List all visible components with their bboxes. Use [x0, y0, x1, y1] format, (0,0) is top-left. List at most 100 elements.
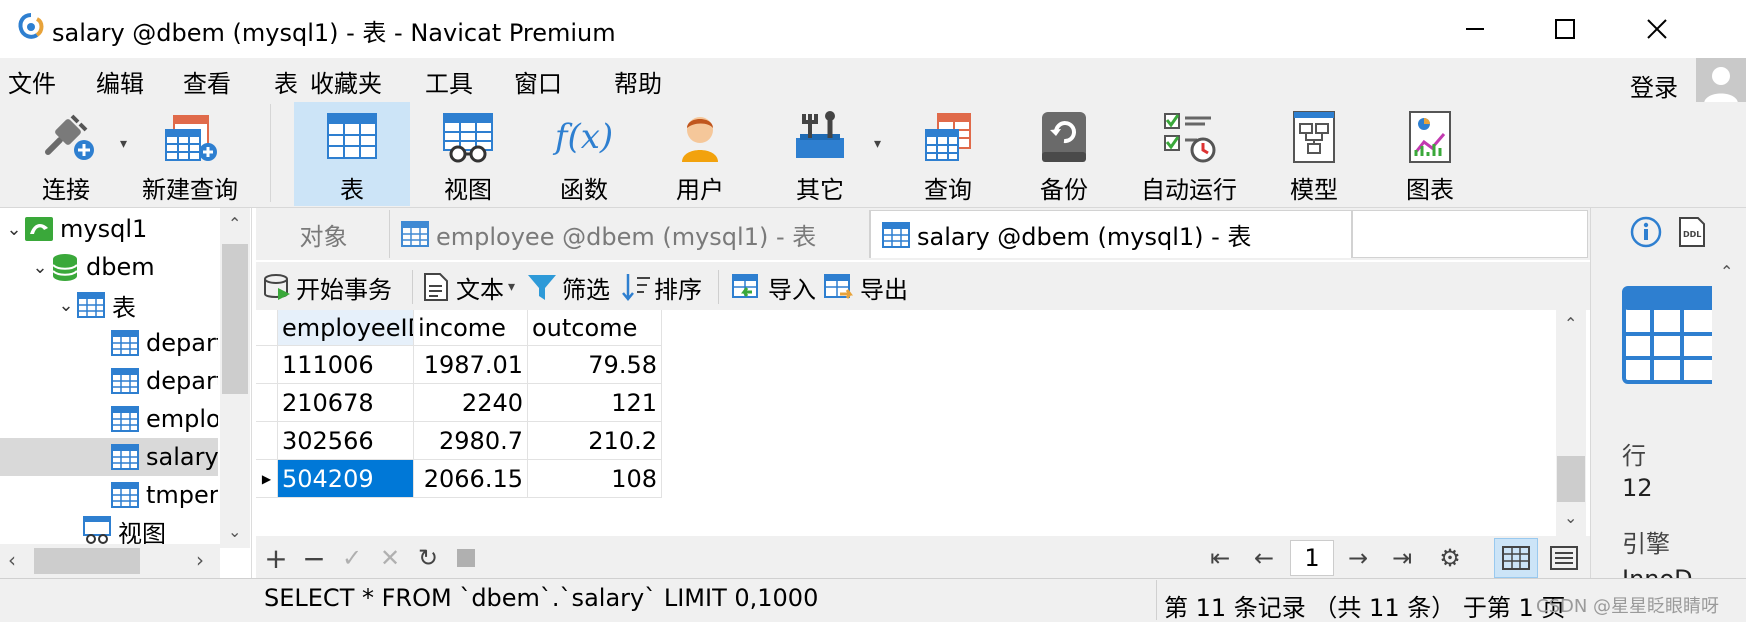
tree-item-views[interactable]: 视图 — [0, 514, 218, 544]
grid-view-toggle[interactable] — [1494, 538, 1538, 578]
import-button[interactable]: 导入 — [730, 268, 816, 306]
menu-tools[interactable]: 工具 — [425, 64, 473, 99]
row-header[interactable] — [256, 346, 278, 384]
table-cell[interactable]: 108 — [528, 460, 662, 498]
sidebar-horizontal-scrollbar[interactable]: ‹ › — [0, 544, 220, 578]
tree-item-mysql1[interactable]: ⌄ mysql1 — [0, 210, 218, 248]
tree-item-salary[interactable]: salary — [0, 438, 218, 476]
begin-transaction-button[interactable]: 开始事务 — [262, 268, 392, 306]
chevron-down-icon[interactable]: ⌄ — [56, 295, 76, 316]
table-cell[interactable]: 1987.01 — [414, 346, 528, 384]
discard-icon[interactable]: ✕ — [372, 540, 408, 576]
toolbar-backup-label: 备份 — [1040, 176, 1088, 204]
toolbar-connect-button[interactable]: 连接 — [24, 102, 108, 206]
table-cell[interactable]: 210.2 — [528, 422, 662, 460]
menu-table[interactable]: 表 — [274, 64, 298, 99]
delete-record-icon[interactable]: − — [296, 540, 332, 576]
avatar-icon[interactable] — [1696, 58, 1746, 108]
scrollbar-thumb[interactable] — [222, 244, 248, 394]
toolbar-function-button[interactable]: f(x) 函数 — [526, 102, 642, 206]
scroll-up-icon[interactable]: ⌃ — [228, 214, 241, 233]
table-cell-selected[interactable]: 504209 — [278, 460, 414, 498]
row-header[interactable] — [256, 384, 278, 422]
page-number-input[interactable]: 1 — [1290, 540, 1334, 576]
toolbar-model-button[interactable]: 模型 — [1256, 102, 1372, 206]
menu-file[interactable]: 文件 — [8, 64, 56, 99]
previous-page-icon[interactable]: ← — [1246, 540, 1282, 576]
form-view-toggle[interactable] — [1542, 538, 1586, 578]
next-page-icon[interactable]: → — [1340, 540, 1376, 576]
scrollbar-thumb[interactable] — [34, 548, 140, 574]
scrollbar-thumb[interactable] — [1557, 456, 1585, 502]
toolbar-user-button[interactable]: 用户 — [642, 102, 758, 206]
toolbar-autorun-button[interactable]: 自动运行 — [1122, 102, 1256, 206]
ddl-icon[interactable]: DDL — [1678, 216, 1706, 252]
tree-item-tables[interactable]: ⌄ 表 — [0, 286, 218, 324]
settings-gear-icon[interactable]: ⚙ — [1432, 540, 1468, 576]
scroll-right-icon[interactable]: › — [196, 548, 204, 572]
tree-item-table[interactable]: tmper — [0, 476, 218, 514]
tree-item-table[interactable]: depart — [0, 324, 218, 362]
tab-objects[interactable]: 对象 — [258, 210, 390, 258]
current-row-indicator-icon[interactable]: ▶ — [256, 460, 278, 498]
menu-edit[interactable]: 编辑 — [96, 64, 144, 99]
menu-view[interactable]: 查看 — [183, 64, 231, 99]
tree-item-table[interactable]: depart — [0, 362, 218, 400]
scroll-down-icon[interactable]: ⌄ — [1564, 508, 1577, 527]
toolbar-chart-button[interactable]: 图表 — [1372, 102, 1488, 206]
stop-icon[interactable] — [448, 540, 484, 576]
grid-vertical-scrollbar[interactable]: ⌃ ⌄ — [1556, 310, 1586, 536]
other-dropdown-icon[interactable]: ▾ — [874, 136, 881, 152]
tab-employee[interactable]: employee @dbem (mysql1) - 表 — [390, 210, 870, 258]
text-dropdown-icon[interactable]: ▾ — [508, 279, 515, 295]
table-cell[interactable]: 79.58 — [528, 346, 662, 384]
column-header[interactable]: income — [414, 310, 528, 346]
last-page-icon[interactable]: ⇥ — [1384, 540, 1420, 576]
table-cell[interactable]: 2980.7 — [414, 422, 528, 460]
sidebar-vertical-scrollbar[interactable]: ⌃ ⌄ — [220, 208, 250, 548]
scroll-up-icon[interactable]: ⌃ — [1564, 314, 1577, 333]
maximize-button[interactable] — [1520, 0, 1610, 58]
table-cell[interactable]: 210678 — [278, 384, 414, 422]
toolbar-view-button[interactable]: 视图 — [410, 102, 526, 206]
column-header[interactable]: outcome — [528, 310, 662, 346]
toolbar-table-button[interactable]: 表 — [294, 102, 410, 206]
toolbar-new-query-button[interactable]: 新建查询 — [134, 102, 246, 206]
menu-favorites[interactable]: 收藏夹 — [310, 64, 382, 99]
column-header[interactable]: employeeID — [278, 310, 414, 346]
scroll-up-icon[interactable]: ⌃ — [1720, 262, 1733, 281]
scroll-down-icon[interactable]: ⌄ — [228, 522, 241, 541]
chevron-down-icon[interactable]: ⌄ — [4, 219, 24, 240]
table-cell[interactable]: 111006 — [278, 346, 414, 384]
refresh-icon[interactable]: ↻ — [410, 540, 446, 576]
chevron-down-icon[interactable]: ⌄ — [30, 257, 50, 278]
tree-item-dbem[interactable]: ⌄ dbem — [0, 248, 218, 286]
filter-button[interactable]: 筛选 — [526, 268, 610, 306]
table-cell[interactable]: 121 — [528, 384, 662, 422]
toolbar-query-button[interactable]: 查询 — [890, 102, 1006, 206]
login-link[interactable]: 登录 — [1630, 68, 1678, 103]
export-button[interactable]: 导出 — [822, 268, 908, 306]
watermark: CSDN @星星眨眼睛呀 — [1536, 596, 1720, 617]
table-cell[interactable]: 302566 — [278, 422, 414, 460]
first-page-icon[interactable]: ⇤ — [1202, 540, 1238, 576]
toolbar-other-button[interactable]: 其它 — [758, 102, 882, 206]
scroll-left-icon[interactable]: ‹ — [8, 548, 16, 572]
text-view-button[interactable]: 文本 ▾ — [422, 268, 515, 306]
apply-icon[interactable]: ✓ — [334, 540, 370, 576]
sort-button[interactable]: 排序 — [620, 268, 702, 306]
toolbar-function-label: 函数 — [560, 176, 608, 204]
connect-dropdown-icon[interactable]: ▾ — [120, 136, 127, 152]
tab-salary[interactable]: salary @dbem (mysql1) - 表 — [870, 210, 1352, 258]
tree-item-table[interactable]: emplo — [0, 400, 218, 438]
add-record-icon[interactable]: + — [258, 540, 294, 576]
info-icon[interactable] — [1630, 216, 1662, 252]
table-cell[interactable]: 2240 — [414, 384, 528, 422]
toolbar-backup-button[interactable]: 备份 — [1006, 102, 1122, 206]
row-header[interactable] — [256, 422, 278, 460]
close-button[interactable] — [1612, 0, 1702, 58]
menu-window[interactable]: 窗口 — [514, 64, 562, 99]
menu-help[interactable]: 帮助 — [614, 64, 662, 99]
table-cell[interactable]: 2066.15 — [414, 460, 528, 498]
minimize-button[interactable] — [1430, 0, 1520, 58]
